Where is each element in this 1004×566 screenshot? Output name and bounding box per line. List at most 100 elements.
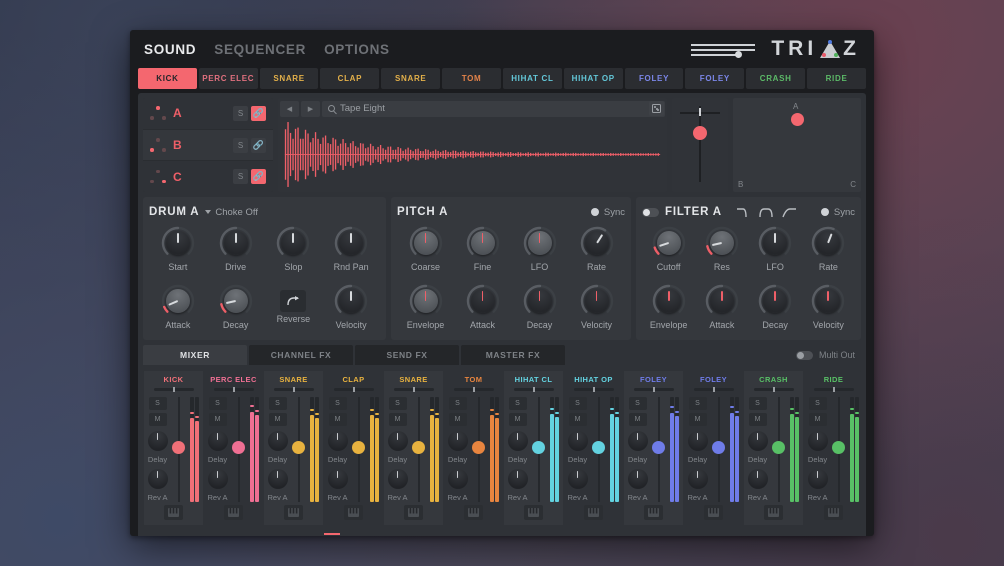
- channel-fader[interactable]: [472, 397, 485, 502]
- choke-selector[interactable]: Choke Off: [205, 207, 258, 218]
- bandpass-icon[interactable]: [759, 207, 775, 218]
- menu-item-sequencer[interactable]: SEQUENCER: [214, 42, 306, 57]
- knob-cutoff[interactable]: [652, 226, 686, 260]
- knob-envelope[interactable]: [409, 284, 443, 318]
- solo-button[interactable]: S: [389, 397, 407, 410]
- slot-a[interactable]: AS🔗: [143, 98, 273, 129]
- keyboard-icon[interactable]: [704, 505, 723, 520]
- pad-tab-2[interactable]: SNARE: [260, 68, 319, 89]
- fader-handle[interactable]: [352, 441, 365, 454]
- knob-attack[interactable]: [705, 284, 739, 318]
- reverse-button[interactable]: [280, 290, 306, 312]
- mixer-strip-9[interactable]: FOLEYSMDelayRev A: [684, 371, 743, 525]
- mixer-strip-5[interactable]: TOMSMDelayRev A: [444, 371, 503, 525]
- send-delay-knob[interactable]: [208, 431, 228, 451]
- channel-fader[interactable]: [712, 397, 725, 502]
- mute-button[interactable]: M: [569, 413, 587, 426]
- channel-fader[interactable]: [412, 397, 425, 502]
- channel-fader[interactable]: [592, 397, 605, 502]
- pan-slider[interactable]: [814, 388, 854, 391]
- send-delay-knob[interactable]: [508, 431, 528, 451]
- knob-attack[interactable]: [466, 284, 500, 318]
- lowpass-icon[interactable]: [736, 207, 752, 218]
- mute-button[interactable]: M: [449, 413, 467, 426]
- filter-enable-toggle[interactable]: [642, 208, 659, 217]
- mixer-strip-8[interactable]: FOLEYSMDelayRev A: [624, 371, 683, 525]
- sample-search-input[interactable]: Tape Eight: [322, 101, 665, 117]
- fader-handle[interactable]: [472, 441, 485, 454]
- fader-handle[interactable]: [712, 441, 725, 454]
- send-delay-knob[interactable]: [688, 431, 708, 451]
- solo-button[interactable]: S: [269, 397, 287, 410]
- pan-slider[interactable]: [634, 388, 674, 391]
- multi-out-control[interactable]: Multi Out: [796, 350, 861, 360]
- pad-tab-5[interactable]: TOM: [442, 68, 501, 89]
- send-reverb-knob[interactable]: [268, 469, 288, 489]
- pan-slider[interactable]: [394, 388, 434, 391]
- slot-link-button[interactable]: 🔗: [251, 169, 266, 184]
- send-reverb-knob[interactable]: [688, 469, 708, 489]
- knob-lfo[interactable]: [758, 226, 792, 260]
- pan-slider[interactable]: [694, 388, 734, 391]
- mixer-strip-2[interactable]: SNARESMDelayRev A: [264, 371, 323, 525]
- mixer-strip-0[interactable]: KICKSMDelayRev A: [144, 371, 203, 525]
- pan-slider[interactable]: [274, 388, 314, 391]
- keyboard-icon[interactable]: [644, 505, 663, 520]
- mute-button[interactable]: M: [209, 413, 227, 426]
- pad-tab-4[interactable]: SNARE: [381, 68, 440, 89]
- solo-button[interactable]: S: [569, 397, 587, 410]
- pan-slider[interactable]: [214, 388, 254, 391]
- send-reverb-knob[interactable]: [508, 469, 528, 489]
- pad-tab-3[interactable]: CLAP: [320, 68, 379, 89]
- send-delay-knob[interactable]: [328, 431, 348, 451]
- mixer-strip-10[interactable]: CRASHSMDelayRev A: [744, 371, 803, 525]
- send-reverb-knob[interactable]: [568, 469, 588, 489]
- solo-button[interactable]: S: [689, 397, 707, 410]
- knob-decay[interactable]: [523, 284, 557, 318]
- fader-handle[interactable]: [292, 441, 305, 454]
- send-delay-knob[interactable]: [388, 431, 408, 451]
- pad-tab-0[interactable]: KICK: [138, 68, 197, 89]
- knob-velocity[interactable]: [334, 284, 368, 318]
- mixer-strip-7[interactable]: HIHAT OPSMDelayRev A: [564, 371, 623, 525]
- mute-button[interactable]: M: [749, 413, 767, 426]
- mute-button[interactable]: M: [389, 413, 407, 426]
- highpass-icon[interactable]: [782, 207, 798, 218]
- knob-coarse[interactable]: [409, 226, 443, 260]
- pan-slider[interactable]: [754, 388, 794, 391]
- mixer-tab-channel-fx[interactable]: CHANNEL FX: [249, 345, 353, 365]
- mixer-tab-send-fx[interactable]: SEND FX: [355, 345, 459, 365]
- knob-rate[interactable]: [811, 226, 845, 260]
- knob-start[interactable]: [161, 226, 195, 260]
- channel-fader[interactable]: [832, 397, 845, 502]
- keyboard-icon[interactable]: [524, 505, 543, 520]
- send-delay-knob[interactable]: [148, 431, 168, 451]
- send-reverb-knob[interactable]: [448, 469, 468, 489]
- menu-item-sound[interactable]: SOUND: [144, 42, 196, 57]
- solo-button[interactable]: S: [509, 397, 527, 410]
- send-reverb-knob[interactable]: [808, 469, 828, 489]
- keyboard-icon[interactable]: [464, 505, 483, 520]
- mute-button[interactable]: M: [149, 413, 167, 426]
- pad-tab-1[interactable]: PERC ELEC: [199, 68, 258, 89]
- fader-handle[interactable]: [832, 441, 845, 454]
- mute-button[interactable]: M: [629, 413, 647, 426]
- slot-solo-button[interactable]: S: [233, 169, 248, 184]
- knob-res[interactable]: [705, 226, 739, 260]
- mixer-strip-6[interactable]: HIHAT CLSMDelayRev A: [504, 371, 563, 525]
- pitch-sync-control[interactable]: Sync: [591, 207, 625, 218]
- knob-lfo[interactable]: [523, 226, 557, 260]
- mixer-strip-11[interactable]: RIDESMDelayRev A: [804, 371, 861, 525]
- slot-solo-button[interactable]: S: [233, 106, 248, 121]
- fader-handle[interactable]: [232, 441, 245, 454]
- knob-drive[interactable]: [219, 226, 253, 260]
- knob-decay[interactable]: [219, 284, 253, 318]
- next-sample-button[interactable]: ▶: [301, 101, 320, 117]
- channel-fader[interactable]: [772, 397, 785, 502]
- mute-button[interactable]: M: [329, 413, 347, 426]
- fader-handle[interactable]: [652, 441, 665, 454]
- menu-item-options[interactable]: OPTIONS: [324, 42, 390, 57]
- pan-slider[interactable]: [514, 388, 554, 391]
- pad-tab-6[interactable]: HIHAT CL: [503, 68, 562, 89]
- fader-handle[interactable]: [172, 441, 185, 454]
